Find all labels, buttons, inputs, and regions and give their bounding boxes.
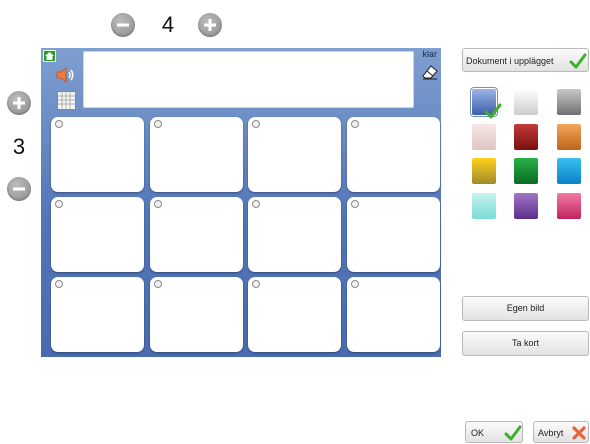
card-corner-icon	[351, 120, 359, 128]
card-corner-icon	[252, 280, 260, 288]
eraser-icon[interactable]	[422, 64, 438, 85]
card-slot[interactable]	[248, 117, 341, 192]
card-corner-icon	[351, 200, 359, 208]
color-swatch-orange[interactable]	[557, 124, 581, 150]
card-slot[interactable]	[150, 117, 243, 192]
sentence-strip: klar	[41, 48, 441, 114]
card-slot[interactable]	[51, 117, 144, 192]
take-card-label: Ta kort	[511, 338, 539, 348]
keyboard-icon[interactable]	[57, 91, 76, 110]
card-corner-icon	[55, 120, 63, 128]
columns-decrease-button[interactable]	[111, 13, 135, 37]
card-corner-icon	[252, 120, 260, 128]
check-icon	[504, 425, 522, 441]
take-card-button[interactable]: Ta kort	[462, 331, 589, 356]
color-swatch-green[interactable]	[514, 158, 538, 184]
check-icon	[484, 103, 502, 119]
close-icon	[572, 426, 586, 440]
card-corner-icon	[154, 120, 162, 128]
cancel-label: Avbryt	[538, 428, 564, 438]
columns-count: 4	[161, 12, 175, 37]
color-swatch-magenta[interactable]	[557, 193, 581, 219]
check-icon	[569, 53, 587, 69]
plus-icon	[204, 19, 216, 31]
color-swatch-pink-light[interactable]	[472, 124, 496, 150]
color-swatch-white[interactable]	[514, 89, 538, 115]
speaker-icon[interactable]	[55, 66, 75, 89]
communication-board: klar	[41, 48, 441, 357]
card-slot[interactable]	[347, 117, 440, 192]
document-in-layout-button[interactable]: Dokument i upplägget	[462, 48, 589, 72]
color-swatch-gray[interactable]	[557, 89, 581, 115]
own-image-label: Egen bild	[506, 303, 545, 313]
card-slot[interactable]	[248, 277, 341, 352]
plus-icon	[13, 97, 25, 109]
home-icon[interactable]	[43, 50, 56, 62]
document-in-layout-label: Dokument i upplägget	[466, 56, 554, 66]
color-swatch-red[interactable]	[514, 124, 538, 150]
color-swatch-cyan[interactable]	[557, 158, 581, 184]
card-corner-icon	[55, 280, 63, 288]
columns-increase-button[interactable]	[198, 13, 222, 37]
color-swatch-yellow-olive[interactable]	[472, 158, 496, 184]
color-swatch-aqua[interactable]	[472, 193, 496, 219]
card-slot[interactable]	[51, 197, 144, 272]
own-image-button[interactable]: Egen bild	[462, 296, 589, 321]
ok-button[interactable]: OK	[465, 421, 523, 443]
card-corner-icon	[252, 200, 260, 208]
card-slot[interactable]	[150, 277, 243, 352]
card-corner-icon	[351, 280, 359, 288]
color-swatch-purple[interactable]	[514, 193, 538, 219]
card-slot[interactable]	[51, 277, 144, 352]
card-slot[interactable]	[347, 277, 440, 352]
card-corner-icon	[154, 200, 162, 208]
done-label[interactable]: klar	[422, 49, 437, 59]
card-slot[interactable]	[347, 197, 440, 272]
card-slot[interactable]	[150, 197, 243, 272]
rows-increase-button[interactable]	[7, 91, 31, 115]
sentence-field[interactable]	[83, 51, 414, 108]
minus-icon	[117, 23, 129, 27]
card-corner-icon	[55, 200, 63, 208]
card-corner-icon	[154, 280, 162, 288]
card-slot[interactable]	[248, 197, 341, 272]
cancel-button[interactable]: Avbryt	[533, 421, 589, 443]
minus-icon	[13, 187, 25, 191]
color-swatch-blue[interactable]	[472, 89, 502, 119]
ok-label: OK	[471, 428, 485, 438]
rows-count: 3	[12, 134, 26, 159]
rows-decrease-button[interactable]	[7, 177, 31, 201]
